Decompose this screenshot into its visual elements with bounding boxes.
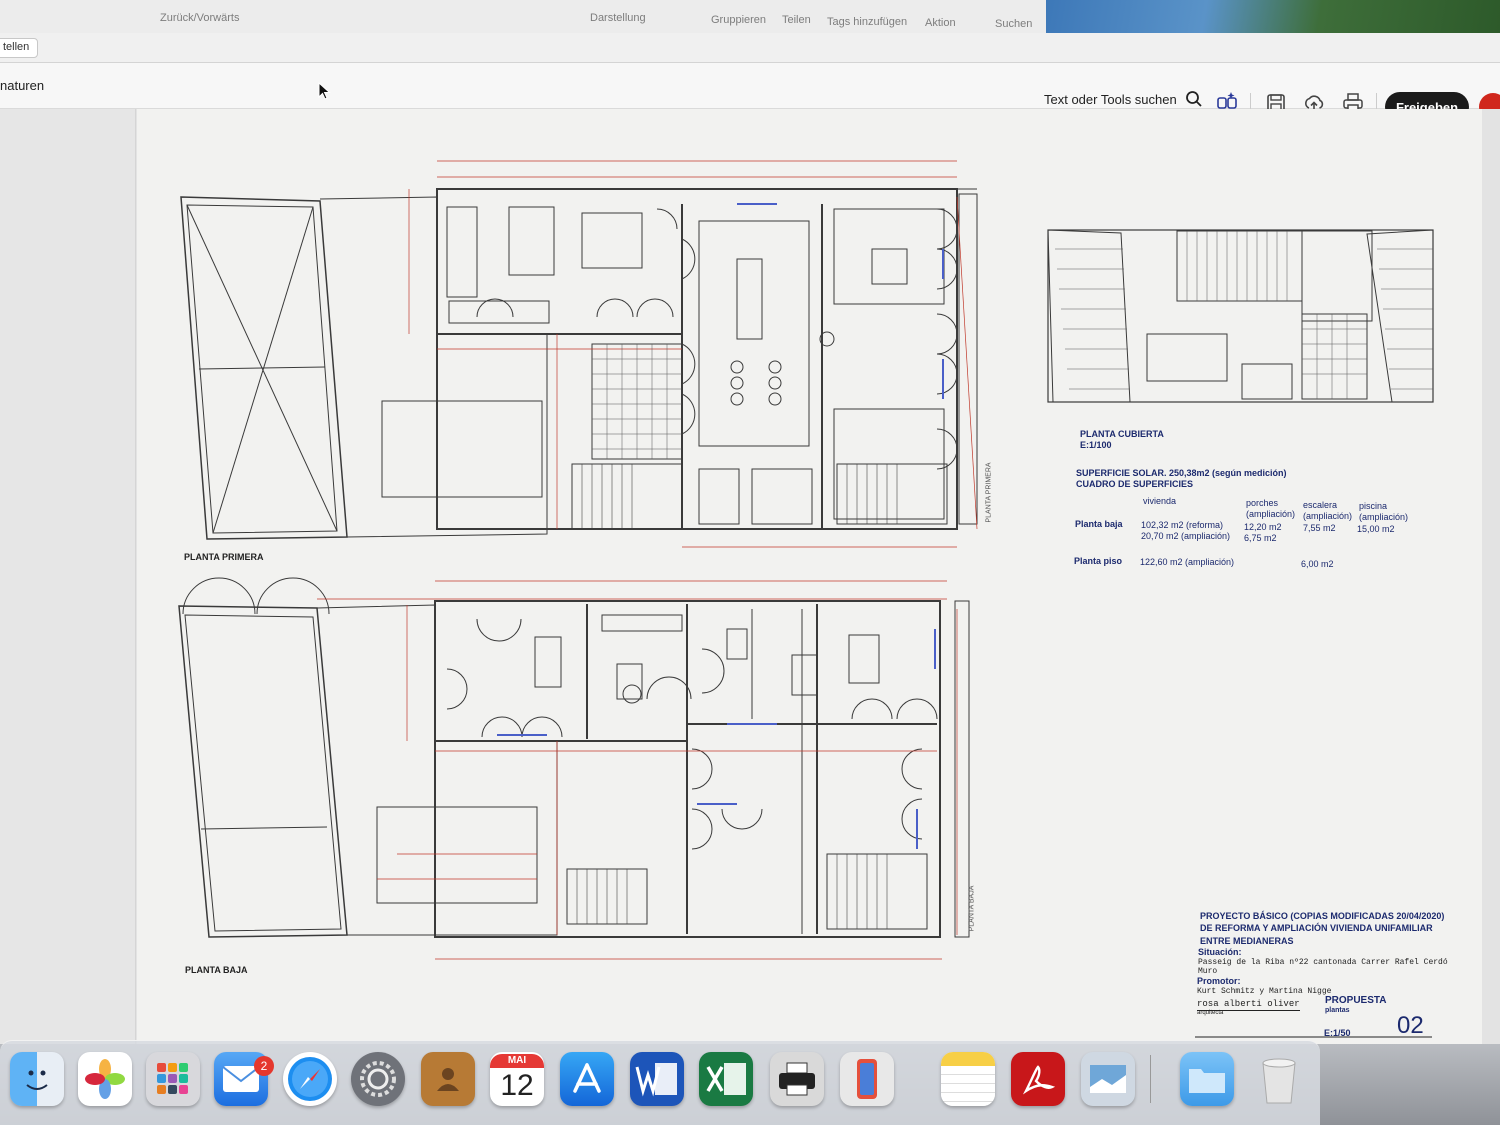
col-piscina: piscina (ampliación) <box>1359 501 1409 522</box>
acrobat-toolbar: naturen Text oder Tools suchen Freigeben <box>0 63 1500 122</box>
trash-can-icon <box>1262 1058 1296 1104</box>
search-icon <box>1185 91 1202 107</box>
surface-line: SUPERFICIE SOLAR. 250,38m2 (según medici… <box>1076 468 1287 478</box>
titleblock-proposal-sub: plantas <box>1325 1007 1350 1014</box>
group-label[interactable]: Gruppieren <box>711 14 766 26</box>
printer-icon[interactable] <box>770 1052 824 1106</box>
titleblock-promotor: Kurt Schmitz y Martina Nigge <box>1197 987 1332 996</box>
floor-plan-drawing <box>178 160 1434 1038</box>
col-escalera: escalera (ampliación) <box>1303 500 1353 521</box>
titleblock-scale: E:1/50 <box>1324 1028 1351 1038</box>
compass-icon <box>288 1057 332 1101</box>
gear-icon <box>360 1061 396 1097</box>
plan-upper-title: PLANTA PRIMERA <box>184 552 264 562</box>
search-tools[interactable]: Text oder Tools suchen <box>1044 90 1203 108</box>
secondary-toolbar: tellen <box>0 33 1500 63</box>
calendar-icon[interactable]: MAI 12 <box>490 1052 544 1106</box>
titleblock-line2: DE REFORMA Y AMPLIACIÓN VIVIENDA UNIFAMI… <box>1200 923 1433 933</box>
app-store-a-icon <box>573 1063 601 1093</box>
titleblock-line3: ENTRE MEDIANERAS <box>1200 936 1294 946</box>
search-label[interactable]: Suchen <box>995 18 1032 30</box>
photos-icon[interactable] <box>78 1052 132 1106</box>
row-baja-porches-1: 12,20 m2 <box>1244 522 1282 532</box>
system-settings-icon[interactable] <box>351 1052 405 1106</box>
signatures-tab[interactable]: naturen <box>0 78 44 93</box>
preview-photo-icon <box>1090 1065 1126 1093</box>
side-label-upper: PLANTA PRIMERA <box>985 462 993 523</box>
row-piso-vivienda: 122,60 m2 (ampliación) <box>1140 557 1235 567</box>
mail-badge: 2 <box>254 1056 274 1076</box>
share-label[interactable]: Teilen <box>782 14 811 26</box>
word-w-icon <box>635 1063 677 1097</box>
action-label[interactable]: Aktion <box>925 17 956 29</box>
titleblock-line1: PROYECTO BÁSICO (COPIAS MODIFICADAS 20/0… <box>1200 911 1445 921</box>
iphone-mirroring-icon[interactable] <box>840 1052 894 1106</box>
calendar-month: MAI <box>490 1054 544 1068</box>
finder-icon[interactable] <box>10 1052 64 1106</box>
notes-lines <box>941 1066 995 1106</box>
row-baja-piscina: 15,00 m2 <box>1357 524 1395 534</box>
row-baja-vivienda-1: 102,32 m2 (reforma) <box>1141 520 1224 530</box>
printer-shape-icon <box>779 1062 815 1096</box>
col-porches: porches (ampliación) <box>1246 498 1296 519</box>
row-baja-label: Planta baja <box>1075 519 1123 529</box>
excel-x-icon <box>706 1063 746 1095</box>
person-icon <box>437 1068 459 1091</box>
roof-title: PLANTA CUBIERTA <box>1080 429 1164 439</box>
titleblock-sheet-number: 02 <box>1397 1012 1424 1039</box>
row-baja-porches-2: 6,75 m2 <box>1244 533 1277 543</box>
acrobat-logo-icon <box>1022 1065 1056 1095</box>
row-baja-vivienda-2: 20,70 m2 (ampliación) <box>1141 531 1231 541</box>
document-viewport: PLANTA PRIMERA PLANTA BAJA PLANTA PRIMER… <box>0 109 1500 1044</box>
launchpad-grid-icon <box>157 1063 188 1094</box>
finder-face-icon <box>26 1070 48 1090</box>
left-panel <box>0 109 136 1044</box>
roof-scale: E:1/100 <box>1080 440 1112 450</box>
word-icon[interactable] <box>630 1052 684 1106</box>
pdf-page: PLANTA PRIMERA PLANTA BAJA PLANTA PRIMER… <box>137 109 1482 1044</box>
phone-icon <box>857 1059 877 1099</box>
notes-icon[interactable] <box>941 1052 995 1106</box>
folder-icon <box>1189 1069 1225 1093</box>
downloads-folder-icon[interactable] <box>1180 1052 1234 1106</box>
titleblock-architect-role: arquitecta <box>1197 1010 1224 1016</box>
screen: Zurück/Vorwärts Darstellung Gruppieren T… <box>0 0 1500 1125</box>
calendar-day: 12 <box>500 1069 534 1102</box>
notes-header <box>941 1052 995 1066</box>
app-store-icon[interactable] <box>560 1052 614 1106</box>
preview-icon[interactable] <box>1081 1052 1135 1106</box>
contacts-icon[interactable] <box>421 1052 475 1106</box>
row-baja-escalera: 7,55 m2 <box>1303 523 1336 533</box>
titleblock-situacion-1: Passeig de la Riba nº22 cantonada Carrer… <box>1198 958 1448 967</box>
row-piso-label: Planta piso <box>1074 556 1123 566</box>
row-piso-escalera: 6,00 m2 <box>1301 559 1334 569</box>
back-forward-label[interactable]: Zurück/Vorwärts <box>160 12 239 24</box>
plan-lower-title: PLANTA BAJA <box>185 965 248 975</box>
side-label-lower: PLANTA BAJA <box>968 885 976 932</box>
launchpad-icon[interactable] <box>146 1052 200 1106</box>
mouse-cursor-icon <box>318 82 331 100</box>
acrobat-icon[interactable] <box>1011 1052 1065 1106</box>
view-label[interactable]: Darstellung <box>590 12 646 24</box>
trash-icon[interactable] <box>1252 1052 1306 1106</box>
search-tools-label: Text oder Tools suchen <box>1044 91 1177 107</box>
excel-icon[interactable] <box>699 1052 753 1106</box>
create-button[interactable]: tellen <box>0 38 39 58</box>
table-title: CUADRO DE SUPERFICIES <box>1076 479 1194 489</box>
col-vivienda: vivienda <box>1143 496 1177 506</box>
dock-separator <box>1150 1055 1151 1103</box>
safari-icon[interactable] <box>283 1052 337 1106</box>
tags-label[interactable]: Tags hinzufügen <box>827 16 907 28</box>
photos-flower-icon <box>85 1059 125 1099</box>
